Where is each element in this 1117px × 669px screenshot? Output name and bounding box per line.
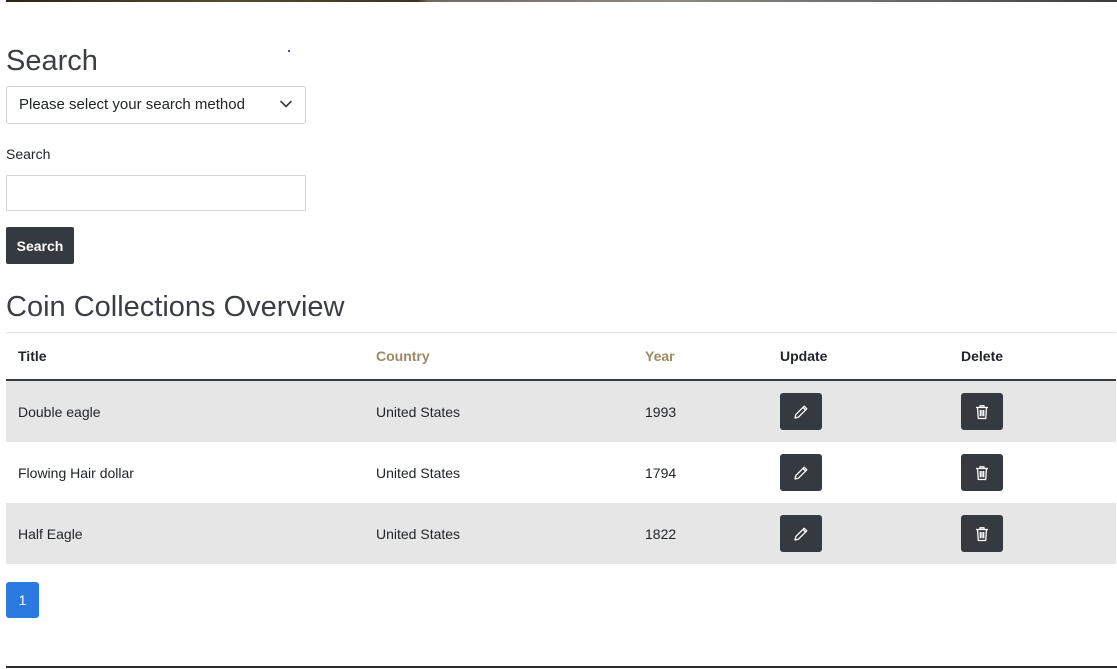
cell-delete (949, 503, 1116, 564)
search-heading: Search (6, 45, 98, 77)
cell-year: 1993 (633, 380, 768, 442)
coin-table-wrapper: Title Country Year Update Delete Double … (6, 332, 1116, 564)
cell-title: Double eagle (6, 380, 364, 442)
table-row: Half Eagle United States 1822 (6, 503, 1116, 564)
cell-title: Flowing Hair dollar (18, 464, 134, 481)
cell-update (768, 380, 949, 442)
search-button[interactable]: Search (6, 227, 74, 264)
pencil-icon (794, 405, 808, 419)
header-banner-image (6, 0, 1117, 2)
cell-delete (949, 380, 1116, 442)
cell-country: United States (364, 503, 633, 564)
cell-country: United States (376, 464, 461, 481)
cell-update (768, 442, 949, 503)
delete-button[interactable] (961, 515, 1003, 552)
column-header-update: Update (768, 332, 949, 381)
column-header-delete: Delete (949, 332, 1116, 381)
table-row: Flowing Hair dollar United States 1794 (6, 442, 1116, 503)
trash-icon (976, 526, 988, 541)
pagination-page-button[interactable]: 1 (6, 582, 39, 618)
pencil-icon (794, 466, 808, 480)
update-button[interactable] (780, 515, 822, 552)
trash-icon (976, 465, 988, 480)
update-button[interactable] (780, 454, 822, 491)
column-header-title: Title (6, 332, 364, 381)
cell-update (768, 503, 949, 564)
table-header-row: Title Country Year Update Delete (6, 332, 1116, 381)
cell-title: Half Eagle (6, 503, 364, 564)
pencil-icon (794, 527, 808, 541)
decorative-dot (288, 50, 290, 52)
coin-collections-table: Title Country Year Update Delete Double … (6, 332, 1116, 564)
cell-year: 1822 (633, 503, 768, 564)
cell-delete (949, 442, 1116, 503)
chevron-down-icon (280, 100, 292, 108)
cell-year: 1794 (645, 464, 677, 481)
search-method-select[interactable]: Please select your search method (6, 86, 306, 124)
search-method-select-value: Please select your search method (19, 96, 245, 113)
delete-button[interactable] (961, 393, 1003, 430)
update-button[interactable] (780, 393, 822, 430)
table-row: Double eagle United States 1993 (6, 380, 1116, 442)
search-field-label: Search (6, 146, 51, 162)
search-input[interactable] (6, 175, 306, 211)
column-header-country[interactable]: Country (364, 332, 633, 381)
trash-icon (976, 404, 988, 419)
delete-button[interactable] (961, 454, 1003, 491)
column-header-year[interactable]: Year (633, 332, 768, 381)
overview-heading: Coin Collections Overview (6, 291, 345, 323)
cell-country: United States (364, 380, 633, 442)
footer-divider (6, 666, 1117, 668)
